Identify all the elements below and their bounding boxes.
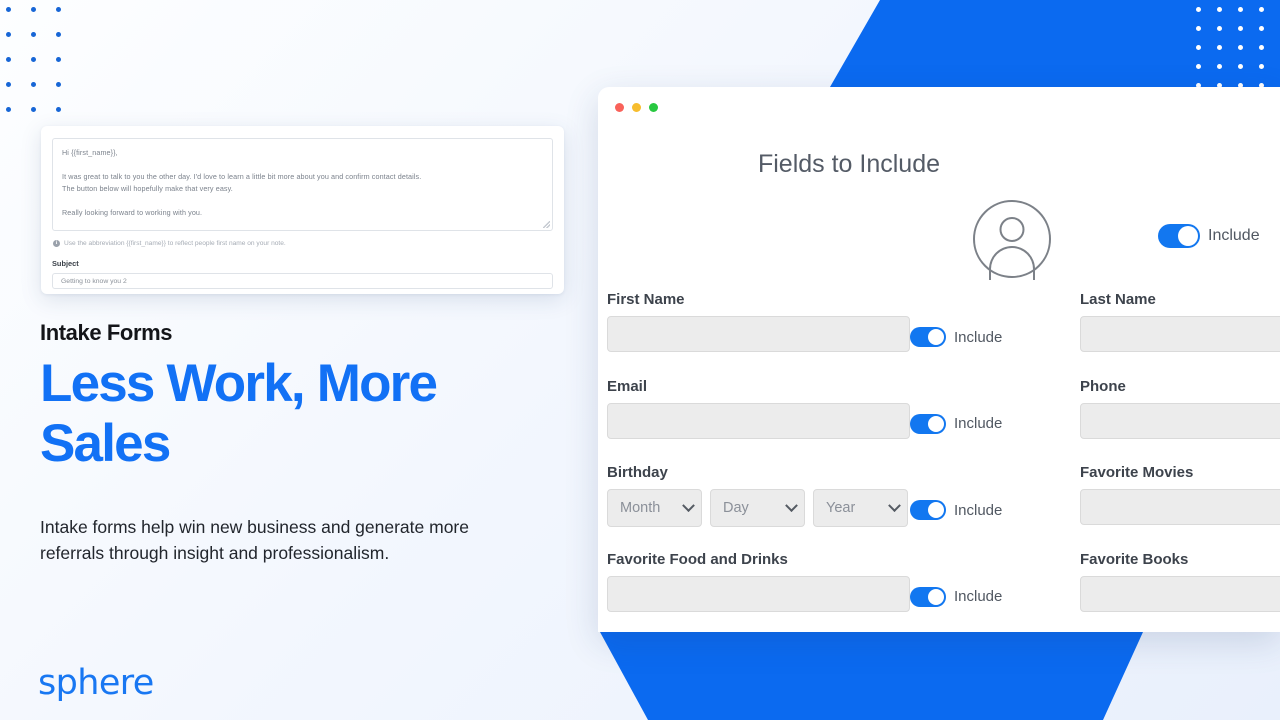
dot-grid-top-left bbox=[6, 7, 81, 132]
sphere-logo: sphere bbox=[38, 663, 154, 703]
email-body-line-4: Really looking forward to working with y… bbox=[62, 208, 203, 217]
hint-row: i Use the abbreviation {{first_name}} to… bbox=[52, 240, 553, 247]
include-toggle-group[interactable]: Include bbox=[910, 378, 1080, 434]
subject-input[interactable]: Getting to know you 2 bbox=[52, 273, 553, 289]
avatar-head-shape bbox=[999, 217, 1025, 242]
select-value: Day bbox=[723, 500, 749, 516]
field-input[interactable] bbox=[1080, 402, 1280, 439]
info-icon: i bbox=[53, 240, 60, 247]
field-label: Email bbox=[607, 377, 648, 395]
minimize-window-icon[interactable] bbox=[632, 103, 641, 112]
slide-canvas: Hi {{first_name}}, It was great to talk … bbox=[0, 0, 1280, 720]
field-input[interactable] bbox=[1080, 489, 1280, 525]
include-toggle-label: Include bbox=[954, 501, 1003, 519]
panel-title: Fields to Include bbox=[757, 150, 941, 178]
avatar-include-toggle-group[interactable]: Include bbox=[1158, 224, 1260, 248]
page-title: Less Work, More Sales bbox=[40, 354, 540, 474]
include-toggle[interactable] bbox=[910, 500, 946, 520]
email-body-line-1: Hi {{first_name}}, bbox=[62, 148, 118, 157]
subject-label: Subject bbox=[52, 259, 79, 268]
email-body-line-3: The button below will hopefully make tha… bbox=[62, 184, 233, 193]
headline-line-2: Sales bbox=[40, 414, 171, 473]
chevron-down-icon bbox=[682, 498, 695, 512]
month-select[interactable]: Month bbox=[607, 489, 702, 527]
eyebrow-text: Intake Forms bbox=[40, 320, 173, 345]
field-group-first-name: First Name bbox=[607, 291, 910, 352]
field-input[interactable] bbox=[1080, 575, 1280, 612]
avatar-include-label: Include bbox=[1208, 227, 1260, 244]
window-traffic-lights bbox=[615, 103, 658, 112]
field-label: First Name bbox=[607, 291, 685, 308]
hint-text: Use the abbreviation {{first_name}} to r… bbox=[64, 240, 286, 247]
include-toggle-label: Include bbox=[954, 328, 1003, 346]
include-toggle[interactable] bbox=[910, 586, 946, 607]
include-toggle-group[interactable]: Include bbox=[910, 551, 1080, 607]
app-window: Fields to Include Include First Name Incl… bbox=[598, 87, 1280, 632]
email-body-spacer-2 bbox=[62, 195, 543, 207]
window-titlebar bbox=[598, 87, 1280, 127]
email-body-textarea[interactable]: Hi {{first_name}}, It was great to talk … bbox=[52, 138, 553, 231]
include-toggle[interactable] bbox=[910, 413, 946, 434]
field-group-birthday: Birthday Month Day Year bbox=[607, 464, 910, 527]
select-value: Year bbox=[826, 500, 856, 516]
email-body-spacer-1 bbox=[62, 159, 543, 171]
chevron-down-icon bbox=[888, 498, 901, 512]
field-group-email: Email bbox=[607, 378, 910, 439]
birthday-select-group: Month Day Year bbox=[607, 489, 910, 527]
include-toggle[interactable] bbox=[910, 327, 946, 347]
headline-line-1: Less Work, More bbox=[40, 354, 438, 413]
include-toggle-label: Include bbox=[954, 588, 1003, 605]
email-body-line-2: It was great to talk to you the other da… bbox=[62, 172, 422, 181]
field-row: Email Include Phone bbox=[607, 378, 1280, 465]
field-label: Favorite Food and Drinks bbox=[607, 550, 788, 568]
field-label: Last Name bbox=[1080, 291, 1156, 308]
marketing-copy: Intake Forms Less Work, More Sales Intak… bbox=[40, 320, 540, 566]
select-value: Month bbox=[620, 500, 661, 516]
include-toggle-group[interactable]: Include bbox=[910, 464, 1080, 520]
subcopy-text: Intake forms help win new business and g… bbox=[40, 517, 469, 563]
fields-form: First Name Include Last Name Email Include Ph… bbox=[598, 291, 1280, 632]
field-input[interactable] bbox=[1080, 316, 1280, 352]
field-label: Favorite Movies bbox=[1080, 464, 1194, 481]
user-avatar-icon bbox=[973, 200, 1051, 280]
field-label: Phone bbox=[1080, 377, 1126, 395]
resize-handle-icon[interactable] bbox=[543, 221, 550, 228]
avatar-body-shape bbox=[989, 246, 1035, 280]
field-group-last-name: Last Name bbox=[1080, 291, 1280, 352]
maximize-window-icon[interactable] bbox=[649, 103, 658, 112]
include-toggle-label: Include bbox=[954, 415, 1003, 432]
field-group-favorite-food-and-drinks: Favorite Food and Drinks bbox=[607, 551, 910, 612]
field-group-phone: Phone bbox=[1080, 378, 1280, 439]
field-label: Favorite Books bbox=[1080, 550, 1189, 568]
field-row: Birthday Month Day Year Include Favorite Movi… bbox=[607, 464, 1280, 551]
field-group-favorite-books: Favorite Books bbox=[1080, 551, 1280, 612]
field-input[interactable] bbox=[607, 575, 910, 612]
field-group-favorite-movies: Favorite Movies bbox=[1080, 464, 1280, 525]
blue-accent-shape-top bbox=[830, 0, 1280, 87]
field-label: Birthday bbox=[607, 464, 668, 481]
year-select[interactable]: Year bbox=[813, 489, 908, 527]
avatar-include-toggle[interactable] bbox=[1158, 224, 1200, 248]
email-editor-card: Hi {{first_name}}, It was great to talk … bbox=[41, 126, 564, 294]
field-input[interactable] bbox=[607, 316, 910, 352]
day-select[interactable]: Day bbox=[710, 489, 805, 527]
subject-input-value: Getting to know you 2 bbox=[61, 277, 127, 285]
include-toggle-group[interactable]: Include bbox=[910, 291, 1080, 347]
blue-accent-shape-bottom bbox=[600, 632, 1143, 720]
field-row: Favorite Food and Drinks Include Favorite … bbox=[607, 551, 1280, 633]
chevron-down-icon bbox=[785, 498, 798, 512]
avatar-row: Include bbox=[598, 189, 1280, 291]
field-input[interactable] bbox=[607, 402, 910, 439]
field-row: First Name Include Last Name bbox=[607, 291, 1280, 378]
close-window-icon[interactable] bbox=[615, 103, 624, 112]
